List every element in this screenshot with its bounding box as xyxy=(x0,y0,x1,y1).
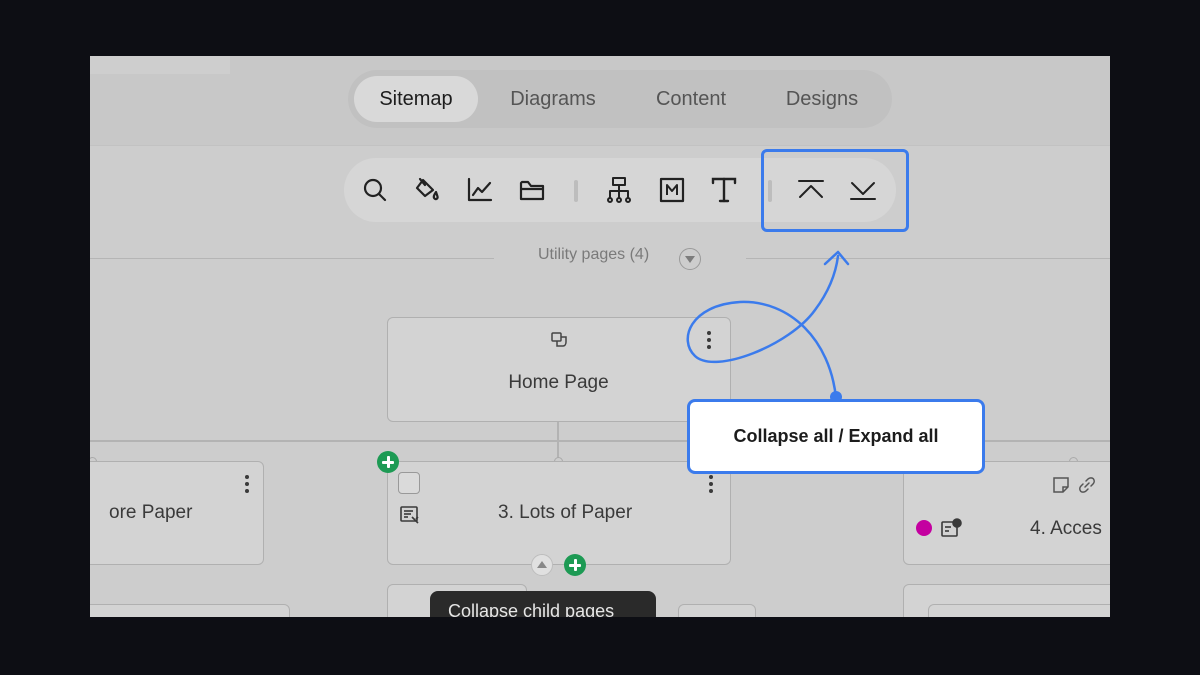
sitemap-icon[interactable] xyxy=(604,175,634,205)
annotation-callout: Collapse all / Expand all xyxy=(687,399,985,474)
more-options-icon[interactable] xyxy=(708,474,714,494)
tab-diagrams[interactable]: Diagrams xyxy=(488,76,618,122)
markdown-icon[interactable] xyxy=(657,175,687,205)
view-tabs: Sitemap Diagrams Content Designs xyxy=(348,70,892,128)
add-page-icon[interactable] xyxy=(377,451,399,473)
child-card[interactable] xyxy=(928,604,1110,617)
line-chart-icon[interactable] xyxy=(465,175,495,205)
child-card[interactable] xyxy=(678,604,756,617)
page-card-home[interactable]: Home Page xyxy=(387,317,731,422)
tab-designs[interactable]: Designs xyxy=(760,76,884,122)
search-icon[interactable] xyxy=(360,175,390,205)
page-card-lots-of-paper[interactable]: 3. Lots of Paper xyxy=(387,461,731,565)
brief-status-icon xyxy=(941,518,962,537)
select-checkbox[interactable] xyxy=(398,472,420,494)
toolbar-separator xyxy=(574,180,578,202)
utility-pages-toggle[interactable] xyxy=(679,248,701,270)
tab-sitemap[interactable]: Sitemap xyxy=(354,76,478,122)
page-card-paper[interactable]: ore Paper xyxy=(90,461,264,565)
status-dot xyxy=(916,520,932,536)
page-card-accessibility[interactable]: 4. Acces xyxy=(903,461,1110,565)
content-brief-icon xyxy=(400,506,419,524)
page-title: ore Paper xyxy=(109,502,193,523)
collapse-children-tooltip: Collapse child pages xyxy=(430,591,656,617)
collapse-expand-highlight xyxy=(761,149,909,232)
divider-left xyxy=(90,258,494,259)
divider-right xyxy=(746,258,1110,259)
page-title: 3. Lots of Paper xyxy=(498,502,633,523)
utility-pages-label[interactable]: Utility pages (4) xyxy=(538,246,649,264)
child-card[interactable] xyxy=(90,604,290,617)
paint-bucket-icon[interactable] xyxy=(412,175,442,205)
tab-content[interactable]: Content xyxy=(628,76,754,122)
page-title: Home Page xyxy=(508,372,609,393)
text-icon[interactable] xyxy=(709,175,739,205)
page-layout-icon xyxy=(551,332,567,347)
folder-icon[interactable] xyxy=(517,175,547,205)
sitemap-editor: Sitemap Diagrams Content Designs Utility… xyxy=(90,56,1110,617)
page-title: 4. Acces xyxy=(1030,518,1102,539)
top-bar-edge xyxy=(90,56,230,74)
note-icon xyxy=(1053,477,1069,493)
top-bar: Sitemap Diagrams Content Designs xyxy=(90,56,1110,146)
more-options-icon[interactable] xyxy=(244,474,250,494)
more-options-icon[interactable] xyxy=(706,330,712,350)
collapse-children-icon[interactable] xyxy=(531,554,553,576)
add-child-page-icon[interactable] xyxy=(564,554,586,576)
link-icon xyxy=(1079,477,1095,493)
